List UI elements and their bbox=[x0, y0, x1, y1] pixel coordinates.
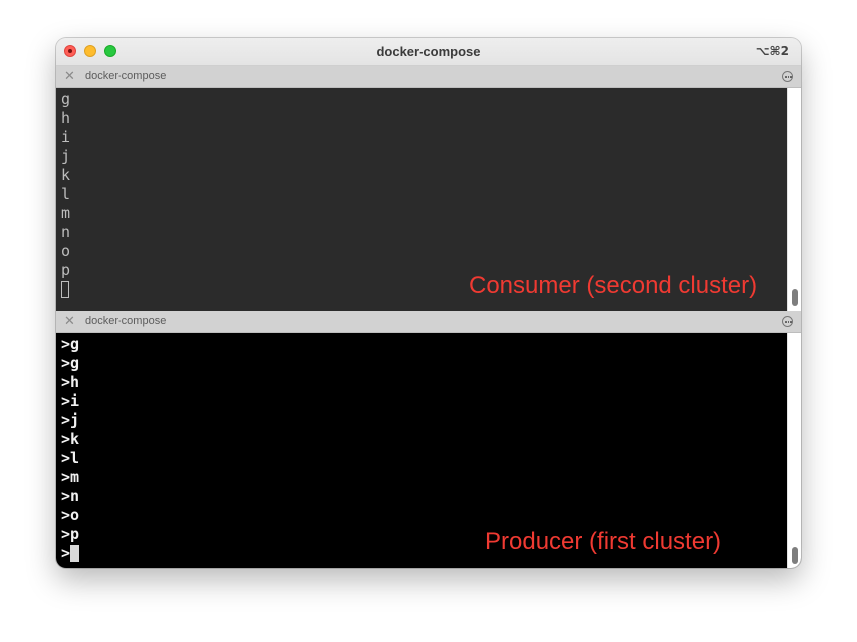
prompt-symbol: > bbox=[61, 544, 71, 562]
prompt-line[interactable] bbox=[61, 280, 70, 299]
terminal-line: m bbox=[61, 204, 71, 222]
terminal-line: o bbox=[61, 242, 71, 260]
terminal-line: k bbox=[61, 166, 71, 184]
terminal-line: >g bbox=[61, 354, 80, 372]
pane-tab-producer[interactable]: ✕ docker-compose bbox=[56, 311, 801, 333]
pane-tab-consumer[interactable]: ✕ docker-compose bbox=[56, 66, 801, 88]
terminal-line: >g bbox=[61, 335, 80, 353]
producer-scrollbar[interactable] bbox=[787, 333, 801, 568]
terminal-line: >m bbox=[61, 468, 80, 486]
more-options-icon[interactable] bbox=[782, 316, 793, 327]
close-icon[interactable]: ✕ bbox=[64, 314, 75, 329]
terminal-line: >n bbox=[61, 487, 80, 505]
close-icon[interactable]: ✕ bbox=[64, 69, 75, 84]
more-options-icon[interactable] bbox=[782, 71, 793, 82]
terminal-line: g bbox=[61, 90, 71, 108]
terminal-line: j bbox=[61, 147, 71, 165]
window-shortcut: ⌥⌘2 bbox=[755, 44, 789, 58]
cursor bbox=[70, 545, 80, 562]
title-bar: docker-compose ⌥⌘2 bbox=[56, 38, 801, 66]
producer-scroll-thumb[interactable] bbox=[792, 547, 798, 564]
producer-output: >g >g >h >i >j >k >l >m >n >o >p > bbox=[61, 335, 79, 563]
terminal-line: n bbox=[61, 223, 71, 241]
terminal-line: >h bbox=[61, 373, 80, 391]
terminal-line: >l bbox=[61, 449, 80, 467]
cursor bbox=[61, 281, 69, 298]
terminal-line: l bbox=[61, 185, 71, 203]
terminal-line: >k bbox=[61, 430, 80, 448]
window-title: docker-compose bbox=[376, 44, 481, 59]
prompt-line[interactable]: > bbox=[61, 544, 80, 563]
consumer-scroll-thumb[interactable] bbox=[792, 289, 798, 306]
terminal-line: p bbox=[61, 261, 71, 279]
consumer-annotation: Consumer (second cluster) bbox=[469, 272, 758, 299]
terminal-line: h bbox=[61, 109, 71, 127]
producer-annotation: Producer (first cluster) bbox=[485, 528, 722, 555]
terminal-line: >o bbox=[61, 506, 80, 524]
terminal-window: docker-compose ⌥⌘2 ✕ docker-compose ghij… bbox=[56, 38, 801, 568]
terminal-line: >j bbox=[61, 411, 80, 429]
pane-tab-label: docker-compose bbox=[85, 315, 167, 327]
terminal-line: >i bbox=[61, 392, 80, 410]
pane-tab-label: docker-compose bbox=[85, 70, 167, 82]
terminal-line: >p bbox=[61, 525, 80, 543]
consumer-output: ghijklmnop bbox=[61, 90, 70, 299]
terminal-line: i bbox=[61, 128, 71, 146]
consumer-scrollbar[interactable] bbox=[787, 88, 801, 311]
